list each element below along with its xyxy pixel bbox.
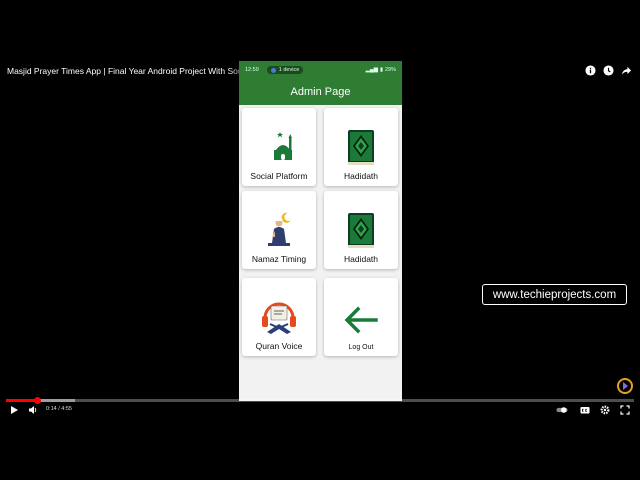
watch-later-icon[interactable] [602,64,614,76]
card-label: Hadidath [343,171,379,181]
card-label: Social Platform [250,171,308,181]
device-icon [270,67,276,73]
video-player[interactable]: Masjid Prayer Times App | Final Year And… [0,0,640,480]
device-label: 1 device [278,67,300,73]
log-out-card[interactable]: Log Out [324,278,398,356]
quran-book-icon [348,213,374,248]
status-time: 12:59 [245,67,259,73]
hadidath-card[interactable]: Hadidath [324,108,398,186]
fullscreen-icon[interactable] [619,404,631,416]
quran-headphones-icon [262,302,296,334]
channel-logo-icon[interactable] [617,378,633,394]
player-controls [0,403,640,417]
battery-icon: ▮ [379,67,383,73]
hadidath-card-2[interactable]: Hadidath [324,191,398,269]
status-bar: 12:59 1 device ▂▄▆ ▮ 29% [239,61,402,79]
namaz-timing-card[interactable]: Namaz Timing [242,191,316,269]
played-bar [6,399,38,402]
card-label: Quran Voice [255,341,303,351]
status-indicators: ▂▄▆ ▮ 29% [366,67,396,73]
play-icon[interactable] [8,404,20,416]
device-pill: 1 device [266,66,304,74]
info-icon[interactable] [584,64,596,76]
card-label: Hadidath [343,254,379,264]
social-platform-card[interactable]: Social Platform [242,108,316,186]
quran-book-icon [348,130,374,165]
time-display: 0:14 / 4:55 [46,406,72,412]
card-label: Namaz Timing [251,254,307,264]
mosque-icon [261,132,292,163]
phone-screen: 12:59 1 device ▂▄▆ ▮ 29% Admin Page Soci… [239,61,402,401]
settings-gear-icon[interactable] [599,404,611,416]
arrow-left-icon [344,306,378,334]
captions-icon[interactable] [579,404,591,416]
app-bar: Admin Page [239,79,402,105]
battery-level: 29% [384,67,396,73]
quran-voice-card[interactable]: Quran Voice [242,278,316,356]
volume-icon[interactable] [27,404,39,416]
share-icon[interactable] [620,64,632,76]
card-label: Log Out [348,344,374,351]
progress-bar[interactable] [6,397,634,404]
top-overlay-icons [584,64,632,76]
website-watermark: www.techieprojects.com [482,284,627,305]
signal-icon: ▂▄▆ [365,67,378,73]
praying-man-icon [268,212,291,246]
video-title[interactable]: Masjid Prayer Times App | Final Year And… [7,66,277,76]
page-title: Admin Page [290,86,351,98]
autoplay-toggle[interactable] [556,404,568,416]
